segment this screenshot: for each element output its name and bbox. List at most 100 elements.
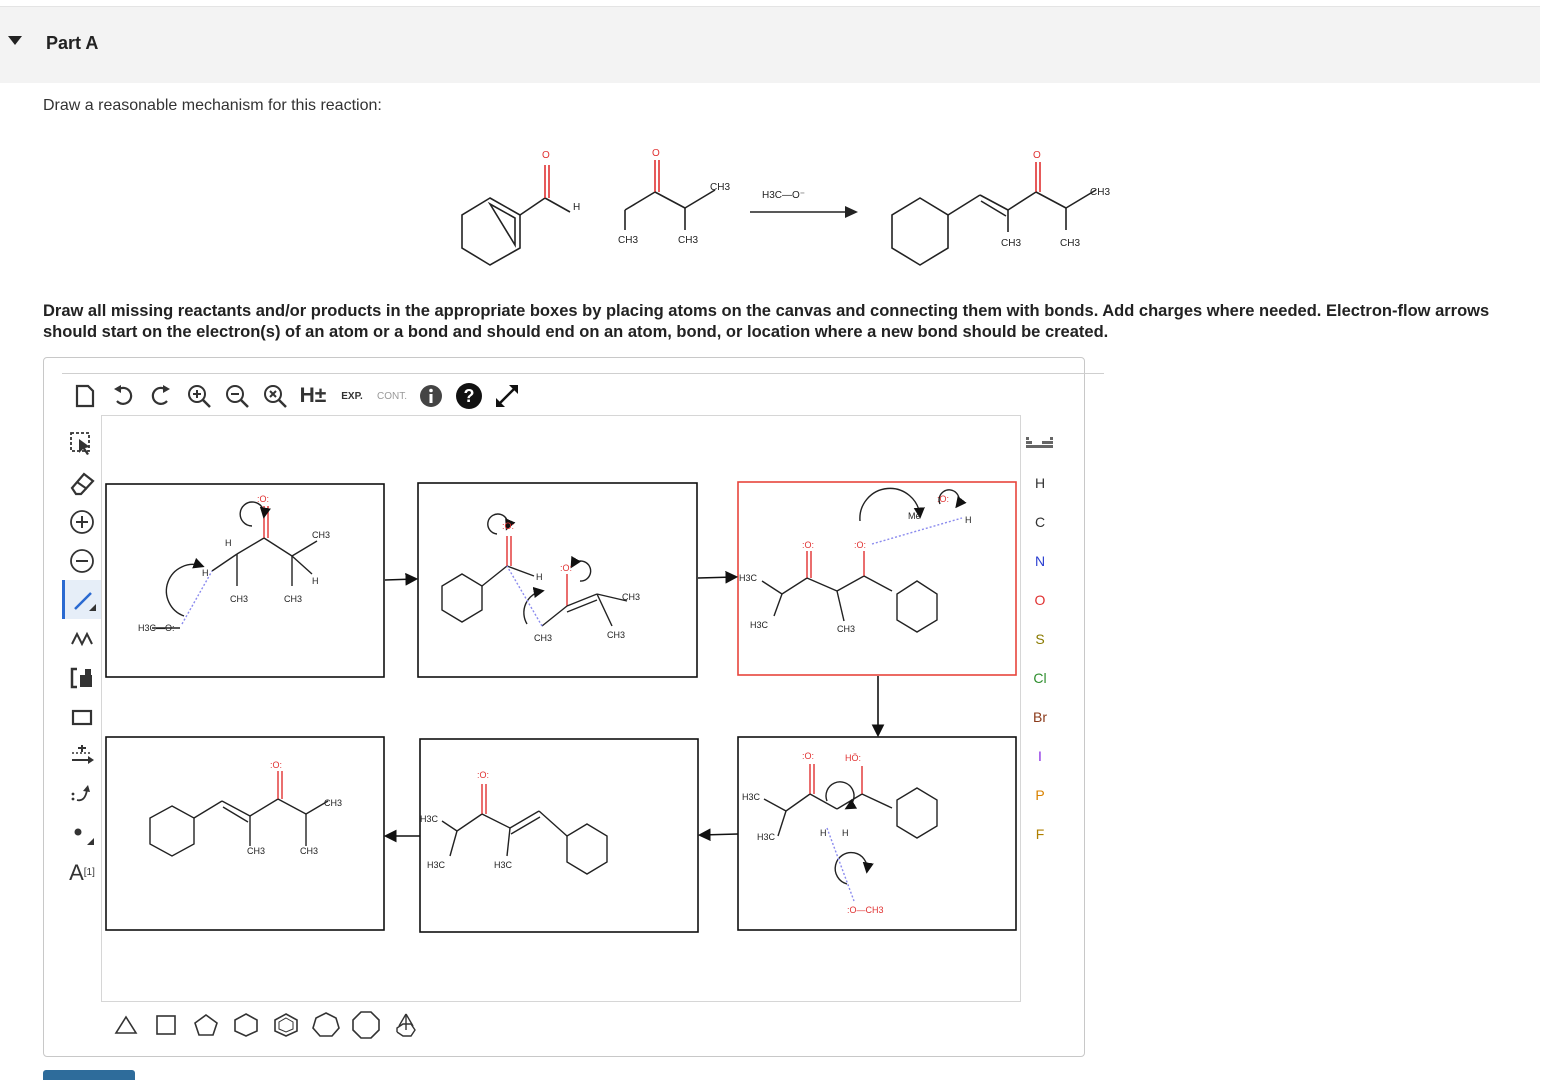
box2-h: H	[536, 572, 543, 582]
box1-o-label: :O:	[257, 494, 269, 504]
box3-o-methanol: :O:	[937, 494, 949, 504]
box4-ch3-1: CH3	[247, 846, 265, 856]
box6-methoxide: :O—CH3	[847, 905, 884, 915]
atom-label-icon[interactable]: A [1]	[62, 853, 102, 892]
zoom-out-icon[interactable]	[218, 379, 256, 413]
mechanism-box-4[interactable]	[105, 736, 385, 931]
single-bond-icon[interactable]	[62, 580, 102, 619]
box2-ch3-3: CH3	[622, 592, 640, 602]
element-f[interactable]: F	[1022, 814, 1058, 853]
element-s[interactable]: S	[1022, 619, 1058, 658]
element-p[interactable]: P	[1022, 775, 1058, 814]
element-br[interactable]: Br	[1022, 697, 1058, 736]
expand-label-icon[interactable]: EXP.	[332, 379, 372, 413]
reaction-arrow-2-3[interactable]	[697, 570, 739, 584]
electron-flow-arrow-icon[interactable]	[62, 775, 102, 814]
box3-structure	[761, 487, 967, 633]
box2-structure	[441, 513, 628, 627]
part-header[interactable]: Part A	[0, 6, 1540, 83]
box6-ho: HÖ:	[845, 753, 861, 763]
box1-methoxide: H3C—O:	[138, 623, 175, 633]
box3-o-carbonyl: :O:	[802, 540, 814, 550]
radical-icon[interactable]	[62, 814, 102, 853]
product-ch3-label-1: CH3	[1001, 238, 1021, 249]
reaction-arrow-6-5[interactable]	[697, 828, 739, 842]
element-palette: H C N O S Cl Br I P F	[1022, 424, 1058, 853]
drawing-canvas[interactable]: H H H :O: CH3 CH3 CH3 H3C—O::O::O: H C…	[101, 415, 1021, 1002]
element-cl[interactable]: Cl	[1022, 658, 1058, 697]
box5-o: :O:	[477, 770, 489, 780]
mechanism-box-6[interactable]	[737, 736, 1017, 931]
box3-h3c-2: H3C	[750, 620, 769, 630]
element-c[interactable]: C	[1022, 502, 1058, 541]
box6-h-2: H	[842, 828, 849, 838]
box6-h3c-1: H3C	[742, 792, 761, 802]
submit-button[interactable]	[43, 1070, 135, 1080]
part-title: Part A	[46, 33, 99, 53]
eraser-icon[interactable]	[62, 463, 102, 502]
box2-ch3-1: CH3	[534, 633, 552, 643]
box4-ch3-2: CH3	[300, 846, 318, 856]
top-toolbar: H± EXP. CONT. ?	[66, 378, 526, 414]
box2-o-aldehyde: :O:	[502, 521, 514, 531]
zoom-reset-icon[interactable]	[256, 379, 294, 413]
box4-o: :O:	[270, 760, 282, 770]
heptagon-icon[interactable]	[306, 1009, 346, 1041]
new-document-icon[interactable]	[66, 379, 104, 413]
redo-icon[interactable]	[142, 379, 180, 413]
undo-icon[interactable]	[104, 379, 142, 413]
element-i[interactable]: I	[1022, 736, 1058, 775]
mechanism-box-3[interactable]	[737, 481, 1017, 676]
editor-divider	[62, 373, 1104, 374]
product-oxygen-label: O	[1033, 150, 1041, 161]
selection-tool-icon[interactable]	[62, 424, 102, 463]
box6-o-carbonyl: :O:	[802, 751, 814, 761]
element-n[interactable]: N	[1022, 541, 1058, 580]
reagent-label: H3C—O⁻	[762, 190, 805, 201]
ketone-oxygen-label: O	[652, 148, 660, 159]
zoom-in-icon[interactable]	[180, 379, 218, 413]
chain-tool-icon[interactable]	[62, 619, 102, 658]
box2-ch3-2: CH3	[607, 630, 625, 640]
h-toggle-icon[interactable]: H±	[294, 379, 332, 413]
reaction-arrow-1-2[interactable]	[384, 572, 419, 586]
element-o[interactable]: O	[1022, 580, 1058, 619]
svg-text:?: ?	[464, 386, 475, 406]
pentagon-icon[interactable]	[186, 1009, 226, 1041]
square-icon[interactable]	[146, 1009, 186, 1041]
box6-h-1: H	[820, 828, 827, 838]
octagon-icon[interactable]	[346, 1009, 386, 1041]
benzene-icon[interactable]	[266, 1009, 306, 1041]
box3-h: H	[965, 515, 972, 525]
mechanism-box-5[interactable]	[419, 738, 699, 933]
mechanism-box-1[interactable]	[105, 483, 385, 678]
hexagon-icon[interactable]	[226, 1009, 266, 1041]
box3-o-alkoxide: :O:	[854, 540, 866, 550]
mechanism-box-2[interactable]	[417, 482, 698, 678]
box1-h-2: H	[202, 568, 209, 578]
bicyclic-icon[interactable]	[386, 1009, 426, 1041]
collapse-toggle-icon[interactable]	[8, 36, 22, 45]
fullscreen-icon[interactable]	[488, 379, 526, 413]
left-toolbar: A [1]	[62, 424, 102, 892]
template-icon[interactable]	[62, 658, 102, 697]
box5-structure	[441, 784, 608, 875]
product-ch3-label-2: CH3	[1060, 238, 1080, 249]
box6-h3c-2: H3C	[757, 832, 776, 842]
aldehyde-h-label: H	[573, 202, 580, 213]
contract-label-icon[interactable]: CONT.	[372, 379, 412, 413]
reaction-arrow-icon[interactable]	[62, 736, 102, 775]
box5-h3c-3: H3C	[494, 860, 513, 870]
triangle-icon[interactable]	[106, 1009, 146, 1041]
atom-label-text: A	[69, 859, 84, 885]
question-prompt: Draw a reasonable mechanism for this rea…	[43, 97, 382, 114]
element-h[interactable]: H	[1022, 463, 1058, 502]
ch3-label-3: CH3	[710, 182, 730, 193]
box-tool-icon[interactable]	[62, 697, 102, 736]
atom-label-sup: [1]	[83, 867, 95, 878]
info-icon[interactable]	[412, 379, 450, 413]
help-icon[interactable]: ?	[450, 379, 488, 413]
periodic-table-icon[interactable]	[1022, 424, 1058, 463]
positive-charge-icon[interactable]	[62, 502, 102, 541]
negative-charge-icon[interactable]	[62, 541, 102, 580]
